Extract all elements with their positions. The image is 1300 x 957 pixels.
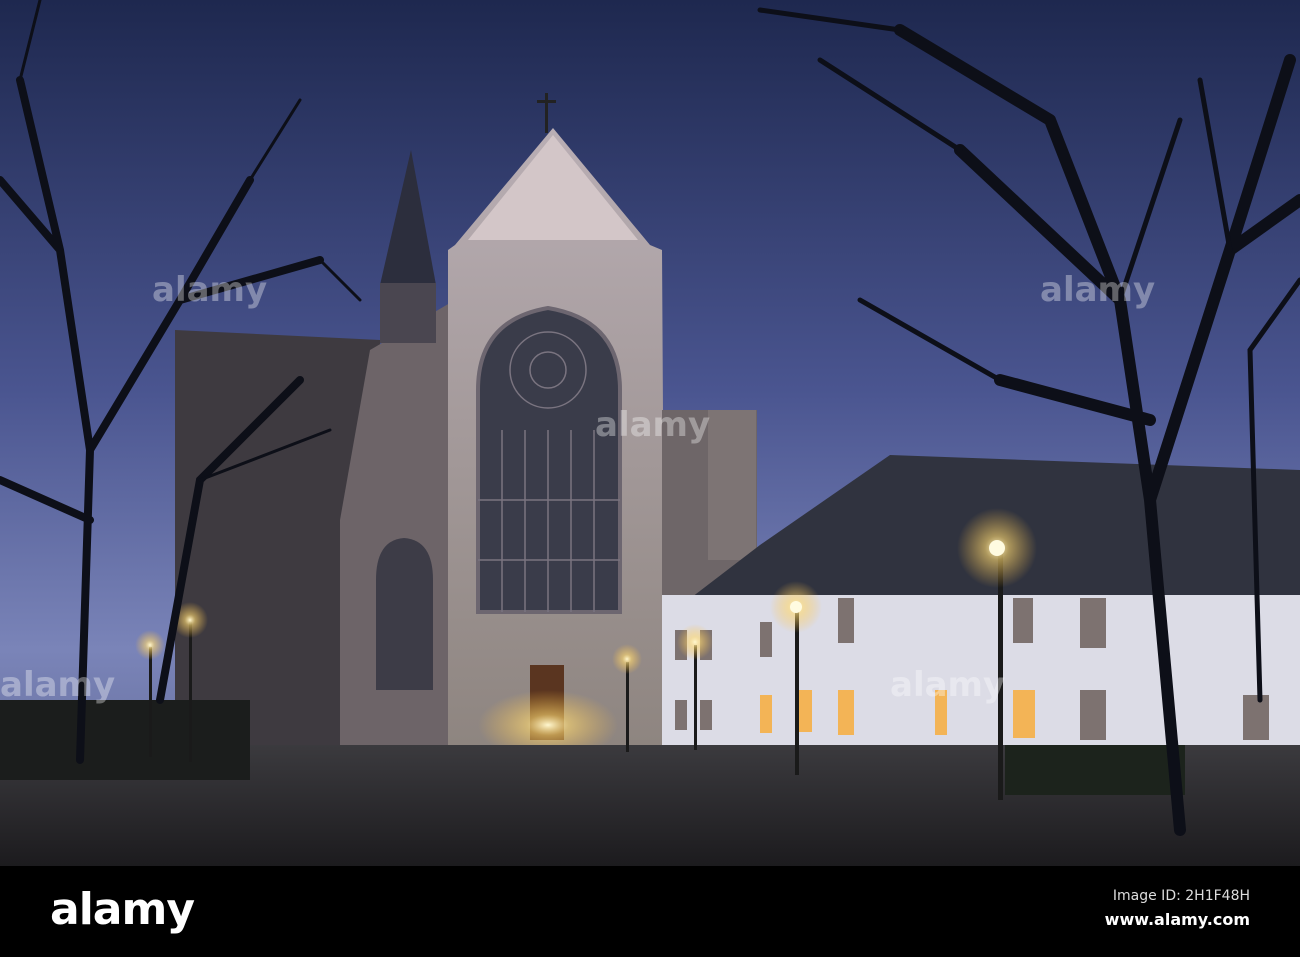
hedge-right (1005, 745, 1185, 795)
image-id: Image ID: 2H1F48H (1112, 888, 1250, 904)
site-url[interactable]: www.alamy.com (1105, 910, 1250, 929)
side-window (376, 538, 433, 690)
white-building (662, 595, 1300, 750)
church-night-photo (0, 0, 1300, 866)
hedge-left (0, 700, 250, 780)
rose-window (476, 305, 622, 614)
footer-bar: alamy Image ID: 2H1F48H www.alamy.com (0, 866, 1300, 957)
alamy-logo: alamy (50, 884, 195, 935)
spire-base (380, 283, 436, 343)
